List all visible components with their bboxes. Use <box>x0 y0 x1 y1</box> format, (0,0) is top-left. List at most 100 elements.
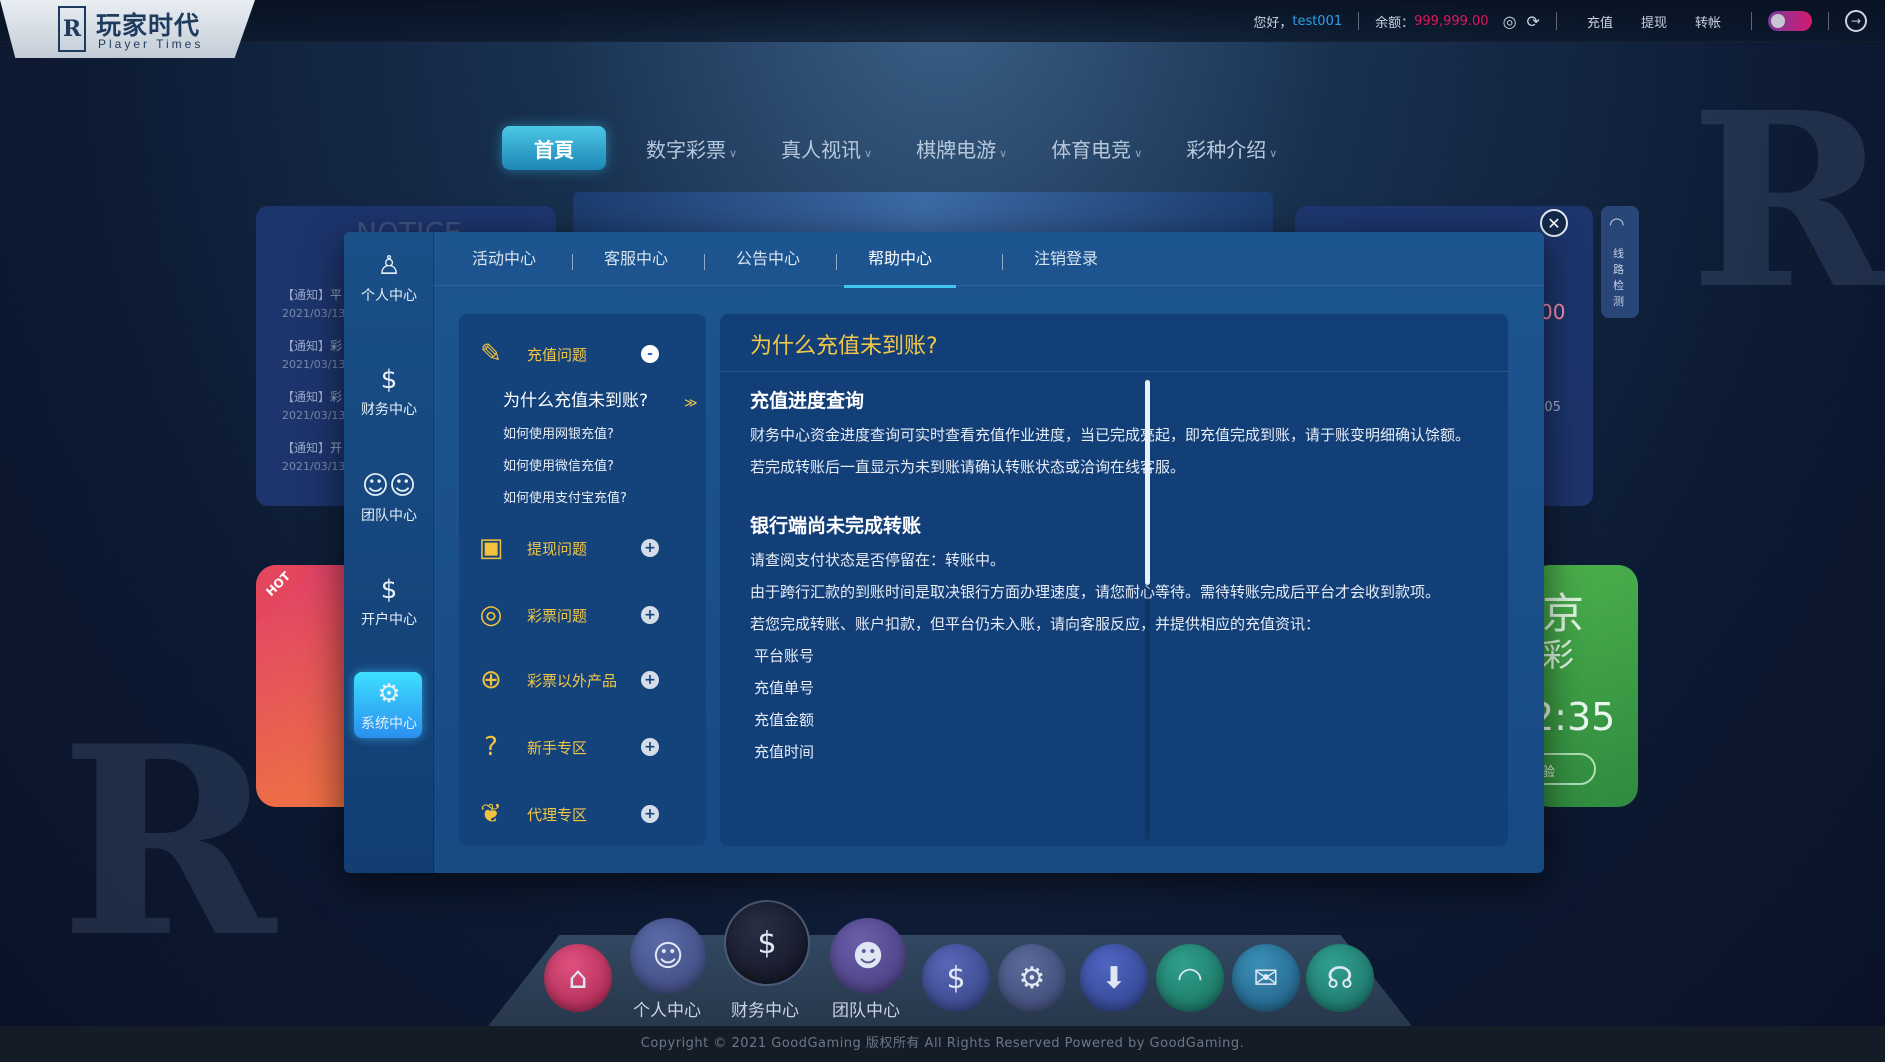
support-dock-button[interactable]: ☊ <box>1306 944 1374 1012</box>
expand-icon[interactable]: + <box>641 606 659 624</box>
faq-answer-panel: 为什么充值未到账? 充值进度查询 财务中心资金进度查询可实时查看充值作业进度，当… <box>720 314 1508 846</box>
tab-support[interactable]: 客服中心 <box>604 232 668 286</box>
faq-category-deposit[interactable]: ✎ 充值问题 - <box>459 334 706 374</box>
team-icon: ☺☺ <box>361 471 417 501</box>
chevron-down-icon: ∨ <box>864 146 873 160</box>
nav-item-live[interactable]: 真人视讯 ∨ <box>781 134 872 163</box>
sidebar-item-system[interactable]: ⚙ 系统中心 <box>344 666 434 746</box>
download-dock-button[interactable]: ⬇ <box>1080 944 1148 1012</box>
info-list-item: 充值单号 <box>754 679 815 697</box>
sidebar-item-label: 财务中心 <box>361 402 417 418</box>
faq-question-online-banking[interactable]: 如何使用网银充值? <box>503 423 614 442</box>
answer-paragraph: 由于跨行汇款的到账时间是取决银行方面办理速度，请您耐心等待。需待转账完成后平台才… <box>750 583 1441 601</box>
wifi-icon: ◠ <box>1176 960 1204 996</box>
faq-category-label: 充值问题 <box>527 346 588 364</box>
faq-question-wechat[interactable]: 如何使用微信充值? <box>503 455 614 474</box>
faq-question-alipay[interactable]: 如何使用支付宝充值? <box>503 487 627 506</box>
logo[interactable]: R 玩家时代 Player Times <box>0 0 255 58</box>
main-nav: 首頁 数字彩票 ∨ 真人视讯 ∨ 棋牌电游 ∨ 体育电竞 ∨ 彩种介绍 ∨ <box>502 126 1321 170</box>
line-check-dock-button[interactable]: ◠ <box>1156 944 1224 1012</box>
divider <box>1751 12 1752 30</box>
expand-icon[interactable]: + <box>641 805 659 823</box>
home-dock-button[interactable]: ⌂ <box>544 944 612 1012</box>
settings-dock-button[interactable]: ⚙ <box>998 944 1066 1012</box>
nav-item-label: 真人视讯 <box>781 137 862 162</box>
nav-item-lottery[interactable]: 数字彩票 ∨ <box>646 134 737 163</box>
faq-question-not-arrived[interactable]: 为什么充值未到账? <box>503 386 648 411</box>
answer-paragraph: 若您完成转账、账户扣款，但平台仍未入账，请向客服反应，并提供相应的充值资讯： <box>750 615 1321 633</box>
tab-divider <box>836 254 837 270</box>
top-bar: R 玩家时代 Player Times 您好， test001 余额： 999,… <box>0 0 1885 58</box>
transfer-link[interactable]: 转帐 <box>1695 12 1721 31</box>
notice-item[interactable]: 【通知】开 <box>282 439 342 456</box>
nav-home-button[interactable]: 首頁 <box>502 126 606 170</box>
money-bag-icon: $ <box>380 365 398 395</box>
faq-category-agent[interactable]: ❦ 代理专区 + <box>459 794 706 834</box>
sidebar-item-open-account[interactable]: $ 开户中心 <box>344 562 434 642</box>
tab-help[interactable]: 帮助中心 <box>843 232 957 288</box>
answer-paragraph: 财务中心资金进度查询可实时查看充值作业进度，当已完成亮起，即充值完成到账，请于账… <box>750 426 1471 444</box>
modal-sidebar: ♙ 个人中心 $ 财务中心 ☺☺ 团队中心 $ 开户中心 ⚙ 系统中心 <box>344 232 434 873</box>
line-check-button[interactable]: ◠ 线路检测 <box>1601 206 1639 318</box>
faq-category-other-products[interactable]: ⊕ 彩票以外产品 + <box>459 660 706 700</box>
chevron-down-icon: ∨ <box>1269 146 1278 160</box>
help-center-modal: ♙ 个人中心 $ 财务中心 ☺☺ 团队中心 $ 开户中心 ⚙ 系统中心 活动中心… <box>344 232 1544 873</box>
notice-item[interactable]: 【通知】平 <box>282 286 342 303</box>
logo-subtext: Player Times <box>98 37 204 51</box>
expand-icon[interactable]: + <box>641 539 659 557</box>
close-modal-button[interactable]: ✕ <box>1540 209 1568 237</box>
nav-item-sports[interactable]: 体育电竞 ∨ <box>1051 134 1142 163</box>
answer-paragraph: 若完成转账后一直显示为未到账请确认转账状态或洽询在线客服。 <box>750 458 1186 476</box>
hide-balance-icon[interactable]: ◎ <box>1503 12 1517 31</box>
withdraw-link[interactable]: 提现 <box>1641 12 1667 31</box>
faq-category-newbie[interactable]: ? 新手专区 + <box>459 727 706 767</box>
card-subtitle: 彩 <box>1542 636 1575 674</box>
team-dock-button[interactable]: ☻ <box>830 918 906 994</box>
faq-category-lottery[interactable]: ◎ 彩票问题 + <box>459 595 706 635</box>
info-list-item: 平台账号 <box>754 647 815 665</box>
tab-divider <box>572 254 573 270</box>
expand-icon[interactable]: + <box>641 671 659 689</box>
faq-category-withdraw[interactable]: ▣ 提现问题 + <box>459 528 706 568</box>
nav-item-intro[interactable]: 彩种介绍 ∨ <box>1186 134 1277 163</box>
chevron-right-icon: ≫ <box>684 396 698 411</box>
theme-toggle[interactable] <box>1768 11 1812 31</box>
expand-icon[interactable]: + <box>641 738 659 756</box>
sidebar-item-personal[interactable]: ♙ 个人中心 <box>344 238 434 318</box>
divider <box>1555 12 1557 30</box>
mail-dock-button[interactable]: ✉ <box>1232 944 1300 1012</box>
gear-icon: ⚙ <box>1018 960 1046 996</box>
tab-announcement[interactable]: 公告中心 <box>736 232 800 286</box>
nav-item-chess[interactable]: 棋牌电游 ∨ <box>916 134 1007 163</box>
banner-carousel[interactable] <box>573 192 1273 237</box>
tab-activity[interactable]: 活动中心 <box>472 232 536 286</box>
dock-label: 个人中心 <box>633 1001 701 1021</box>
dock-label: 财务中心 <box>731 1001 799 1021</box>
refresh-icon[interactable]: ⟳ <box>1527 12 1540 31</box>
logout-icon[interactable]: → <box>1845 10 1867 32</box>
sidebar-item-team[interactable]: ☺☺ 团队中心 <box>344 458 434 538</box>
background-logo-watermark: R <box>60 690 277 995</box>
notice-item[interactable]: 【通知】彩 <box>282 337 342 354</box>
wifi-icon: ◠ <box>1609 214 1625 235</box>
collapse-icon[interactable]: - <box>641 345 659 363</box>
home-icon: ⌂ <box>568 960 588 996</box>
user-icon: ♙ <box>377 251 401 281</box>
sidebar-item-label: 团队中心 <box>361 508 417 524</box>
deposit-link[interactable]: 充值 <box>1587 12 1613 31</box>
open-account-icon: $ <box>946 960 966 996</box>
answer-scrollbar-thumb[interactable] <box>1145 380 1150 585</box>
sidebar-item-finance[interactable]: $ 财务中心 <box>344 352 434 432</box>
sidebar-item-label: 开户中心 <box>361 612 417 628</box>
tab-logout[interactable]: 注销登录 <box>1034 232 1098 286</box>
personal-dock-button[interactable]: ☺ <box>630 918 706 994</box>
info-list-item: 充值金额 <box>754 711 815 729</box>
faq-category-label: 新手专区 <box>527 739 588 757</box>
faq-category-label: 代理专区 <box>527 806 588 824</box>
finance-dock-button[interactable]: $ <box>724 900 810 986</box>
open-account-dock-button[interactable]: $ <box>922 944 990 1012</box>
notice-item[interactable]: 【通知】彩 <box>282 388 342 405</box>
nav-item-label: 数字彩票 <box>646 137 726 162</box>
chevron-down-icon: ∨ <box>1134 146 1143 160</box>
answer-title: 为什么充值未到账? <box>720 314 1508 372</box>
